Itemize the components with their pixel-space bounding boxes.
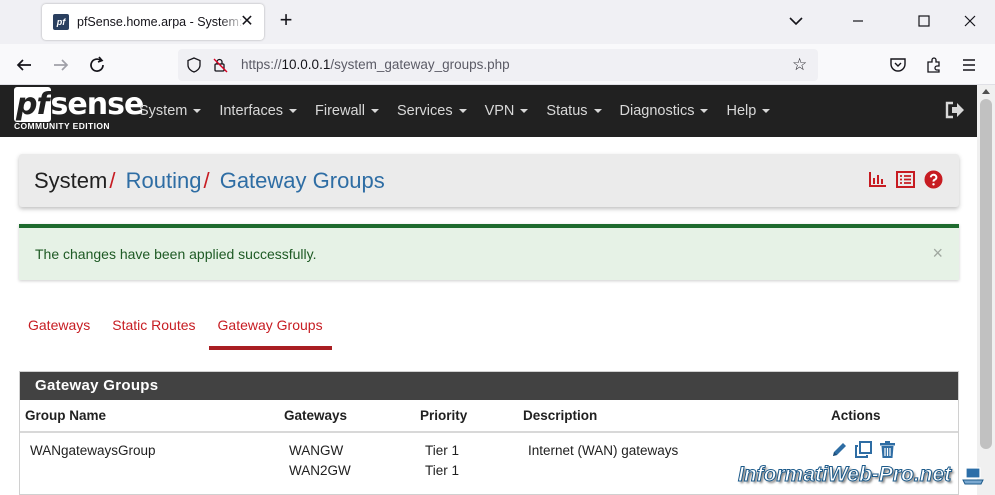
routing-tabs: Gateways Static Routes Gateway Groups (19, 307, 336, 350)
breadcrumb: System/ Routing/ Gateway Groups (19, 154, 959, 207)
page-scrollbar[interactable] (977, 85, 995, 495)
pfsense-favicon-icon: pf (53, 14, 69, 30)
url-path: /system_gateway_groups.php (330, 57, 510, 72)
menu-help[interactable]: Help (726, 103, 771, 119)
close-tab-icon[interactable]: ✕ (238, 13, 256, 31)
menu-services[interactable]: Services (397, 103, 467, 119)
laptop-logo-icon (962, 466, 984, 486)
menu-interfaces[interactable]: Interfaces (219, 103, 298, 119)
pfsense-navbar: pfsense COMMUNITY EDITION System Interfa… (0, 85, 977, 137)
menu-firewall[interactable]: Firewall (315, 103, 379, 119)
trash-icon[interactable] (879, 441, 896, 458)
pfsense-logo[interactable]: pfsense COMMUNITY EDITION (14, 87, 144, 133)
url-host: 10.0.0.1 (281, 57, 331, 72)
menu-label: Firewall (315, 103, 365, 119)
new-tab-icon[interactable]: + (276, 9, 296, 31)
caret-down-icon (289, 109, 298, 114)
logout-icon[interactable] (945, 101, 965, 119)
caret-down-icon (458, 109, 467, 114)
browser-tab[interactable]: pf pfSense.home.arpa - System: Routing: … (42, 4, 264, 40)
lock-warning-icon[interactable] (212, 57, 228, 73)
breadcrumb-routing-link[interactable]: Routing (126, 168, 202, 193)
menu-label: Interfaces (219, 103, 284, 119)
url-text[interactable]: https://10.0.0.1/system_gateway_groups.p… (241, 57, 510, 72)
forward-arrow-icon[interactable] (49, 53, 73, 77)
browser-tab-strip: pf pfSense.home.arpa - System: Routing: … (0, 0, 995, 44)
priority-tier: Tier 1 (425, 463, 460, 478)
column-header[interactable]: Priority (415, 400, 518, 433)
shield-icon[interactable] (186, 57, 202, 73)
menu-label: VPN (484, 103, 515, 119)
group-name-cell: WANgatewaysGroup (30, 443, 156, 458)
back-arrow-icon[interactable] (12, 53, 36, 77)
edit-pencil-icon[interactable] (831, 441, 848, 458)
logo-wordmark: pfsense (14, 87, 145, 122)
gateway-name: WAN2GW (289, 463, 351, 478)
url-prefix: https:// (241, 57, 282, 72)
gateway-name: WANGW (289, 443, 344, 458)
menu-vpn[interactable]: VPN (485, 103, 529, 119)
list-all-tabs-icon[interactable] (786, 10, 806, 32)
column-header[interactable]: Group Name (20, 400, 279, 433)
page-title: System/ Routing/ Gateway Groups (34, 168, 385, 194)
caret-down-icon (193, 109, 202, 114)
caret-down-icon (520, 109, 529, 114)
column-header[interactable]: Description (518, 400, 826, 433)
menu-label: Diagnostics (619, 103, 695, 119)
menu-status[interactable]: Status (546, 103, 602, 119)
menu-system[interactable]: System (139, 103, 202, 119)
bar-chart-icon[interactable] (868, 170, 887, 189)
url-bar[interactable]: https://10.0.0.1/system_gateway_groups.p… (178, 49, 818, 81)
breadcrumb-system: System (34, 168, 108, 193)
tab-title: pfSense.home.arpa - System: Routing: Gat… (77, 15, 245, 29)
extensions-icon[interactable] (925, 56, 943, 74)
main-menu: System Interfaces Firewall Services VPN … (139, 85, 788, 137)
priority-tier: Tier 1 (425, 443, 460, 458)
menu-label: Status (546, 103, 588, 119)
menu-label: Help (726, 103, 757, 119)
menu-label: Services (396, 103, 453, 119)
success-alert: The changes have been applied successful… (19, 224, 959, 280)
help-question-icon[interactable] (924, 170, 943, 189)
watermark: InformatiWeb-Pro.net (737, 463, 952, 487)
maximize-icon[interactable] (914, 10, 934, 32)
copy-icon[interactable] (854, 441, 872, 458)
column-header: Actions (826, 400, 958, 433)
alert-message: The changes have been applied successful… (35, 246, 317, 262)
scroll-up-arrow-icon[interactable] (982, 89, 990, 94)
bookmark-star-icon[interactable]: ☆ (792, 56, 810, 74)
log-list-icon[interactable] (896, 170, 915, 189)
menu-hamburger-icon[interactable] (960, 56, 978, 74)
table-header-row: Group Name Gateways Priority Description… (20, 400, 958, 433)
menu-diagnostics[interactable]: Diagnostics (620, 103, 709, 119)
gateways-cell: WANGW WAN2GW (279, 432, 415, 481)
menu-label: System (139, 103, 188, 119)
scroll-thumb[interactable] (980, 99, 992, 449)
reload-icon[interactable] (85, 53, 109, 77)
logo-pf: pf (14, 87, 51, 122)
tab-static-routes[interactable]: Static Routes (103, 307, 204, 350)
page-content: System/ Routing/ Gateway Groups The chan… (0, 137, 977, 495)
priority-cell: Tier 1 Tier 1 (415, 432, 518, 481)
breadcrumb-actions (868, 170, 943, 189)
breadcrumb-separator: / (203, 168, 210, 193)
browser-nav-bar: https://10.0.0.1/system_gateway_groups.p… (0, 44, 995, 85)
pocket-icon[interactable] (889, 56, 907, 74)
window-close-icon[interactable] (960, 10, 980, 32)
breadcrumb-gateway-groups-link[interactable]: Gateway Groups (220, 168, 385, 193)
caret-down-icon (593, 109, 602, 114)
minimize-icon[interactable] (848, 10, 868, 32)
column-header[interactable]: Gateways (279, 400, 415, 433)
alert-close-icon[interactable]: × (932, 244, 943, 262)
panel-title: Gateway Groups (20, 372, 958, 400)
tab-gateway-groups[interactable]: Gateway Groups (208, 307, 332, 350)
breadcrumb-separator: / (109, 168, 116, 193)
logo-subtitle: COMMUNITY EDITION (14, 121, 110, 131)
logo-sense: sense (50, 87, 145, 122)
caret-down-icon (700, 109, 709, 114)
caret-down-icon (762, 109, 771, 114)
caret-down-icon (370, 109, 379, 114)
tab-gateways[interactable]: Gateways (19, 307, 99, 350)
